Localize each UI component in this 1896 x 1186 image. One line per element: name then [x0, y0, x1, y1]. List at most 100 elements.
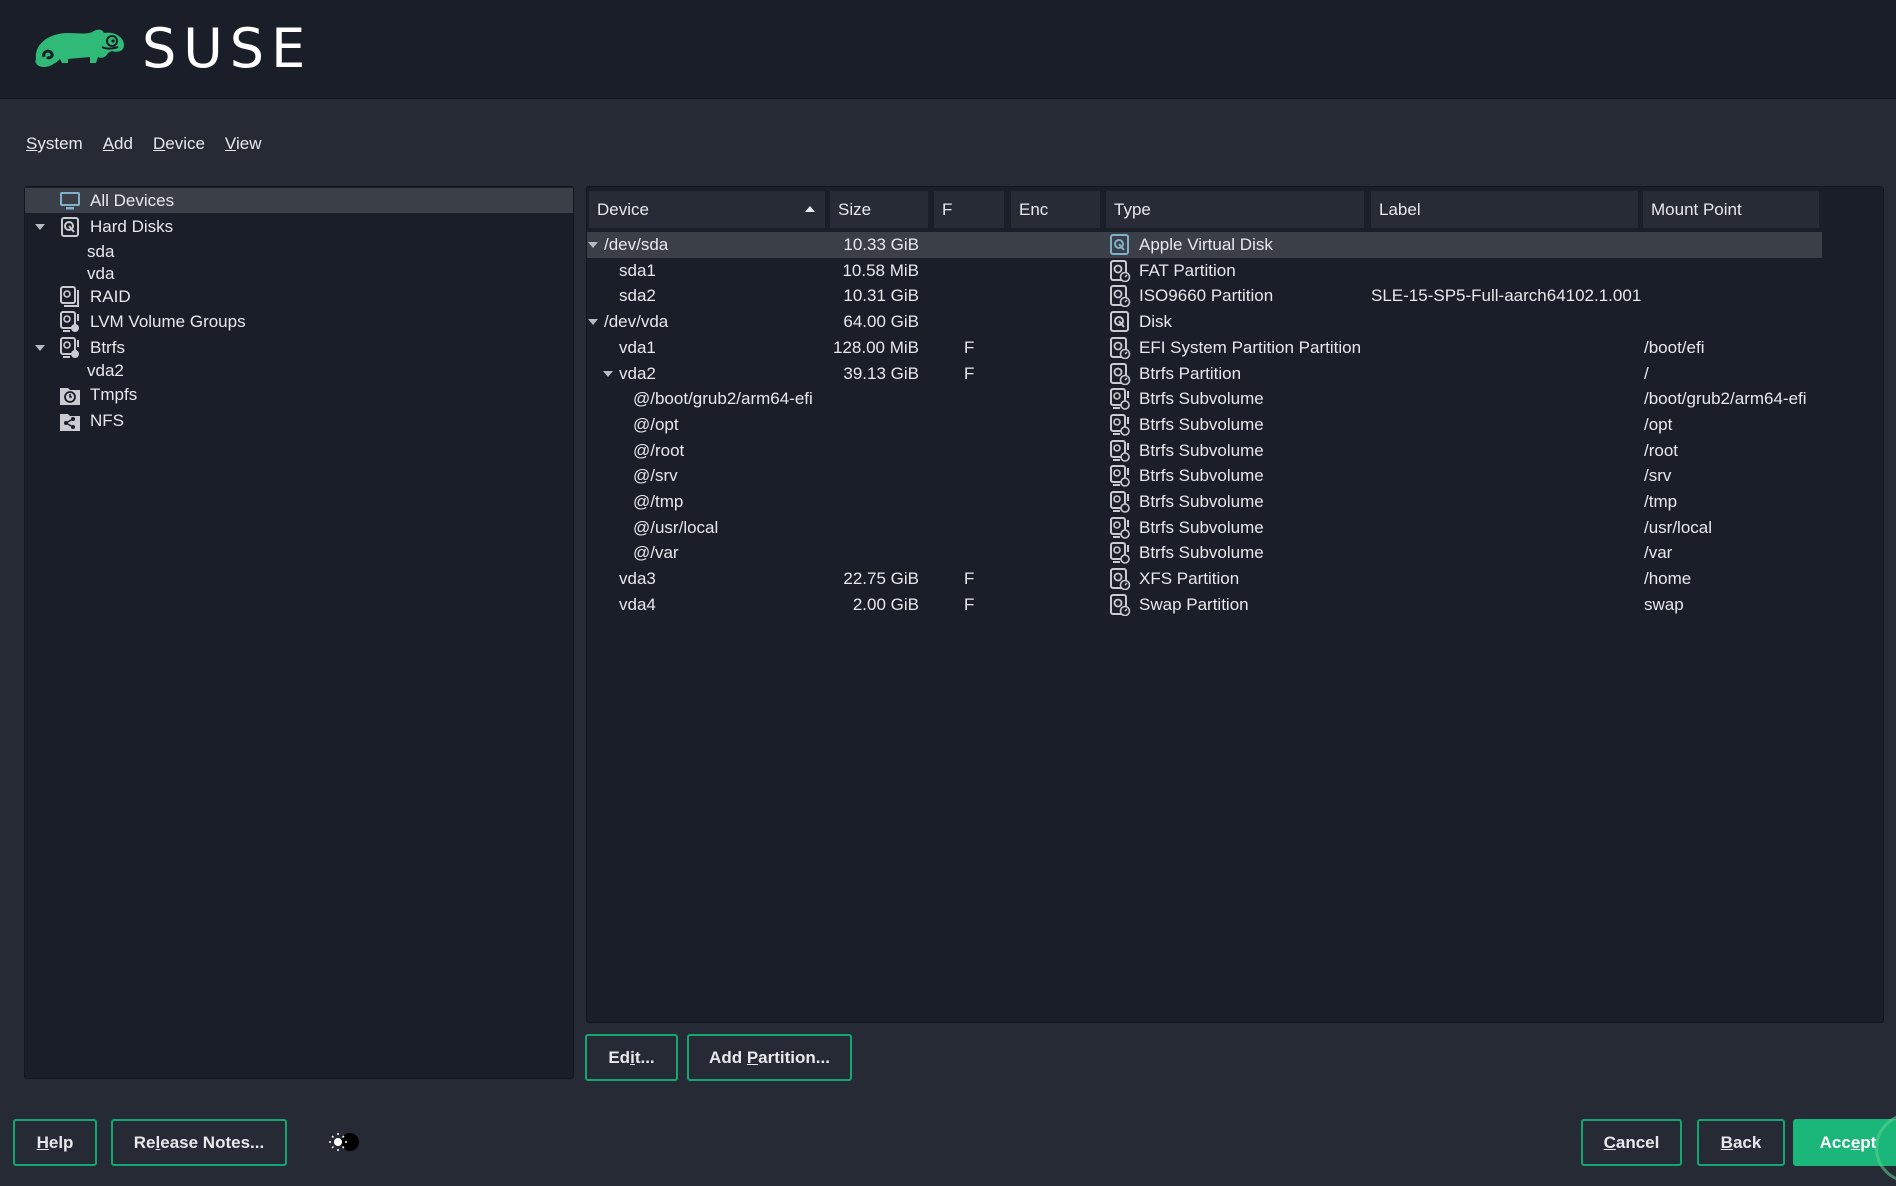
expand-arrow-icon[interactable] — [588, 242, 598, 248]
format-flag-cell: F — [964, 569, 975, 589]
tree-item-nfs[interactable]: NFS — [25, 408, 573, 433]
mount-point-cell: swap — [1644, 594, 1684, 614]
table-row[interactable]: vda3 22.75 GiB F XFS Partition/home — [587, 566, 1822, 592]
menu-device[interactable]: Device — [153, 134, 205, 154]
device-cell: vda2 — [619, 363, 656, 383]
tree-item-hard-disks[interactable]: Hard Disks — [25, 214, 573, 239]
mount-point-cell: / — [1644, 363, 1649, 383]
tree-item-label: Hard Disks — [90, 216, 174, 236]
tree-item-all-devices[interactable]: All Devices — [25, 188, 573, 213]
size-cell — [825, 489, 919, 515]
table-row[interactable]: sda1 10.58 MiB FAT Partition — [587, 258, 1822, 284]
tree-item-btrfs-vda2[interactable]: vda2 — [25, 358, 573, 383]
expand-arrow-icon[interactable] — [588, 319, 598, 326]
device-cell: sda1 — [619, 260, 656, 280]
expand-arrow-icon[interactable] — [35, 344, 45, 351]
column-header-size[interactable]: Size — [830, 191, 928, 228]
table-row[interactable]: @/opt Btrfs Subvolume/opt — [587, 412, 1822, 438]
column-header-mount-point[interactable]: Mount Point — [1643, 191, 1819, 228]
mount-point-cell: /boot/grub2/arm64-efi — [1644, 389, 1807, 409]
menu-view[interactable]: View — [225, 134, 262, 154]
size-cell: 22.75 GiB — [843, 569, 919, 589]
button-label: Add Partition... — [709, 1047, 830, 1067]
column-header-label[interactable]: Label — [1371, 191, 1638, 228]
size-cell — [825, 386, 919, 412]
subvolume-icon — [1109, 439, 1131, 462]
column-header-label: Label — [1379, 199, 1421, 219]
table-row[interactable]: @/boot/grub2/arm64-efi Btrfs Subvolume/bo… — [587, 386, 1822, 412]
expand-arrow-icon[interactable] — [603, 370, 613, 377]
size-cell: 2.00 GiB — [852, 594, 919, 614]
btrfs-icon — [60, 336, 79, 358]
table-row[interactable]: sda2 10.31 GiB ISO9660 Partition SLE-15-SP5… — [587, 283, 1822, 309]
table-row[interactable]: /dev/vda 64.00 GiB Disk — [587, 309, 1822, 335]
tree-item-btrfs[interactable]: Btrfs — [25, 335, 573, 360]
table-row[interactable]: @/root Btrfs Subvolume/root — [587, 438, 1822, 464]
device-cell: /dev/vda — [604, 312, 669, 332]
device-cell: @/srv — [633, 466, 678, 486]
edit-button[interactable]: Edit... — [585, 1034, 678, 1081]
device-cell: @/tmp — [633, 492, 684, 511]
type-cell: ISO9660 Partition — [1139, 286, 1274, 306]
mount-point-cell: /root — [1644, 440, 1679, 460]
subvolume-icon — [1109, 465, 1131, 488]
disk-icon — [1109, 234, 1131, 256]
raid-icon — [60, 285, 79, 307]
add-partition-button[interactable]: Add Partition... — [687, 1034, 852, 1081]
column-header-label: Enc — [1019, 199, 1049, 219]
mount-point-cell: /tmp — [1644, 492, 1678, 511]
tree-item-tmpfs[interactable]: Tmpfs — [25, 382, 573, 407]
device-cell: @/boot/grub2/arm64-efi — [633, 389, 813, 409]
column-header-f[interactable]: F — [934, 191, 1004, 228]
device-cell: @/opt — [633, 414, 679, 434]
tree-item-raid[interactable]: RAID — [25, 284, 573, 309]
button-label: Edit... — [608, 1047, 655, 1067]
accept-button[interactable]: Accept — [1793, 1119, 1896, 1166]
subvolume-icon — [1109, 491, 1131, 513]
expand-arrow-icon[interactable] — [35, 223, 45, 230]
size-cell: 10.31 GiB — [843, 286, 919, 306]
table-row[interactable]: vda1 128.00 MiB F EFI System Partition Part… — [587, 335, 1822, 361]
column-header-device[interactable]: Device — [589, 191, 825, 228]
type-cell: XFS Partition — [1139, 569, 1240, 589]
type-cell: Apple Virtual Disk — [1139, 235, 1273, 254]
table-row[interactable]: vda2 39.13 GiB F Btrfs Partition / — [587, 361, 1822, 387]
device-cell: /dev/sda — [604, 235, 669, 254]
tree-item-label: LVM Volume Groups — [90, 311, 246, 331]
size-cell — [825, 515, 919, 541]
monitor-icon — [60, 191, 80, 209]
device-cell: @/root — [633, 440, 685, 460]
size-cell: 10.33 GiB — [843, 235, 919, 254]
format-flag-cell: F — [964, 363, 975, 383]
size-cell — [825, 438, 919, 464]
type-cell: Btrfs Subvolume — [1139, 414, 1264, 434]
back-button[interactable]: Back — [1697, 1119, 1785, 1166]
menu-system[interactable]: System — [26, 134, 83, 154]
table-row[interactable]: @/srv Btrfs Subvolume/srv — [587, 463, 1822, 489]
size-cell: 128.00 MiB — [833, 337, 919, 357]
menu-add[interactable]: Add — [103, 134, 133, 154]
hard-disk-icon — [61, 216, 79, 237]
type-cell: FAT Partition — [1139, 260, 1236, 280]
tree-item-lvm[interactable]: LVM Volume Groups — [25, 309, 573, 334]
device-table[interactable]: Device Size F Enc Type Label Mount Point… — [586, 186, 1884, 1023]
column-header-type[interactable]: Type — [1106, 191, 1364, 228]
table-row[interactable]: /dev/sda 10.33 GiB Apple Virtual Disk — [587, 232, 1822, 258]
sort-ascending-icon — [805, 206, 815, 212]
cancel-button[interactable]: Cancel — [1581, 1119, 1682, 1166]
theme-toggle-icon[interactable] — [326, 1128, 364, 1156]
size-cell — [825, 540, 919, 566]
column-header-enc[interactable]: Enc — [1011, 191, 1100, 228]
table-row[interactable]: vda4 2.00 GiB F Swap Partition swap — [587, 592, 1822, 618]
type-cell: EFI System Partition Partition — [1139, 337, 1362, 357]
release-notes-button[interactable]: Release Notes... — [111, 1119, 287, 1166]
column-header-label: F — [942, 199, 953, 219]
table-row[interactable]: @/tmp Btrfs Subvolume/tmp — [587, 489, 1822, 515]
table-row[interactable]: @/var Btrfs Subvolume/var — [587, 540, 1822, 566]
button-label: Release Notes... — [133, 1132, 265, 1152]
device-tree[interactable]: All Devices Hard Disks sda vda RAID LVM … — [24, 186, 574, 1079]
tree-item-vda[interactable]: vda — [25, 261, 573, 286]
suse-logo: SUSE — [28, 22, 312, 76]
help-button[interactable]: Help — [13, 1119, 97, 1166]
table-row[interactable]: @/usr/local Btrfs Subvolume/usr/local — [587, 515, 1822, 541]
